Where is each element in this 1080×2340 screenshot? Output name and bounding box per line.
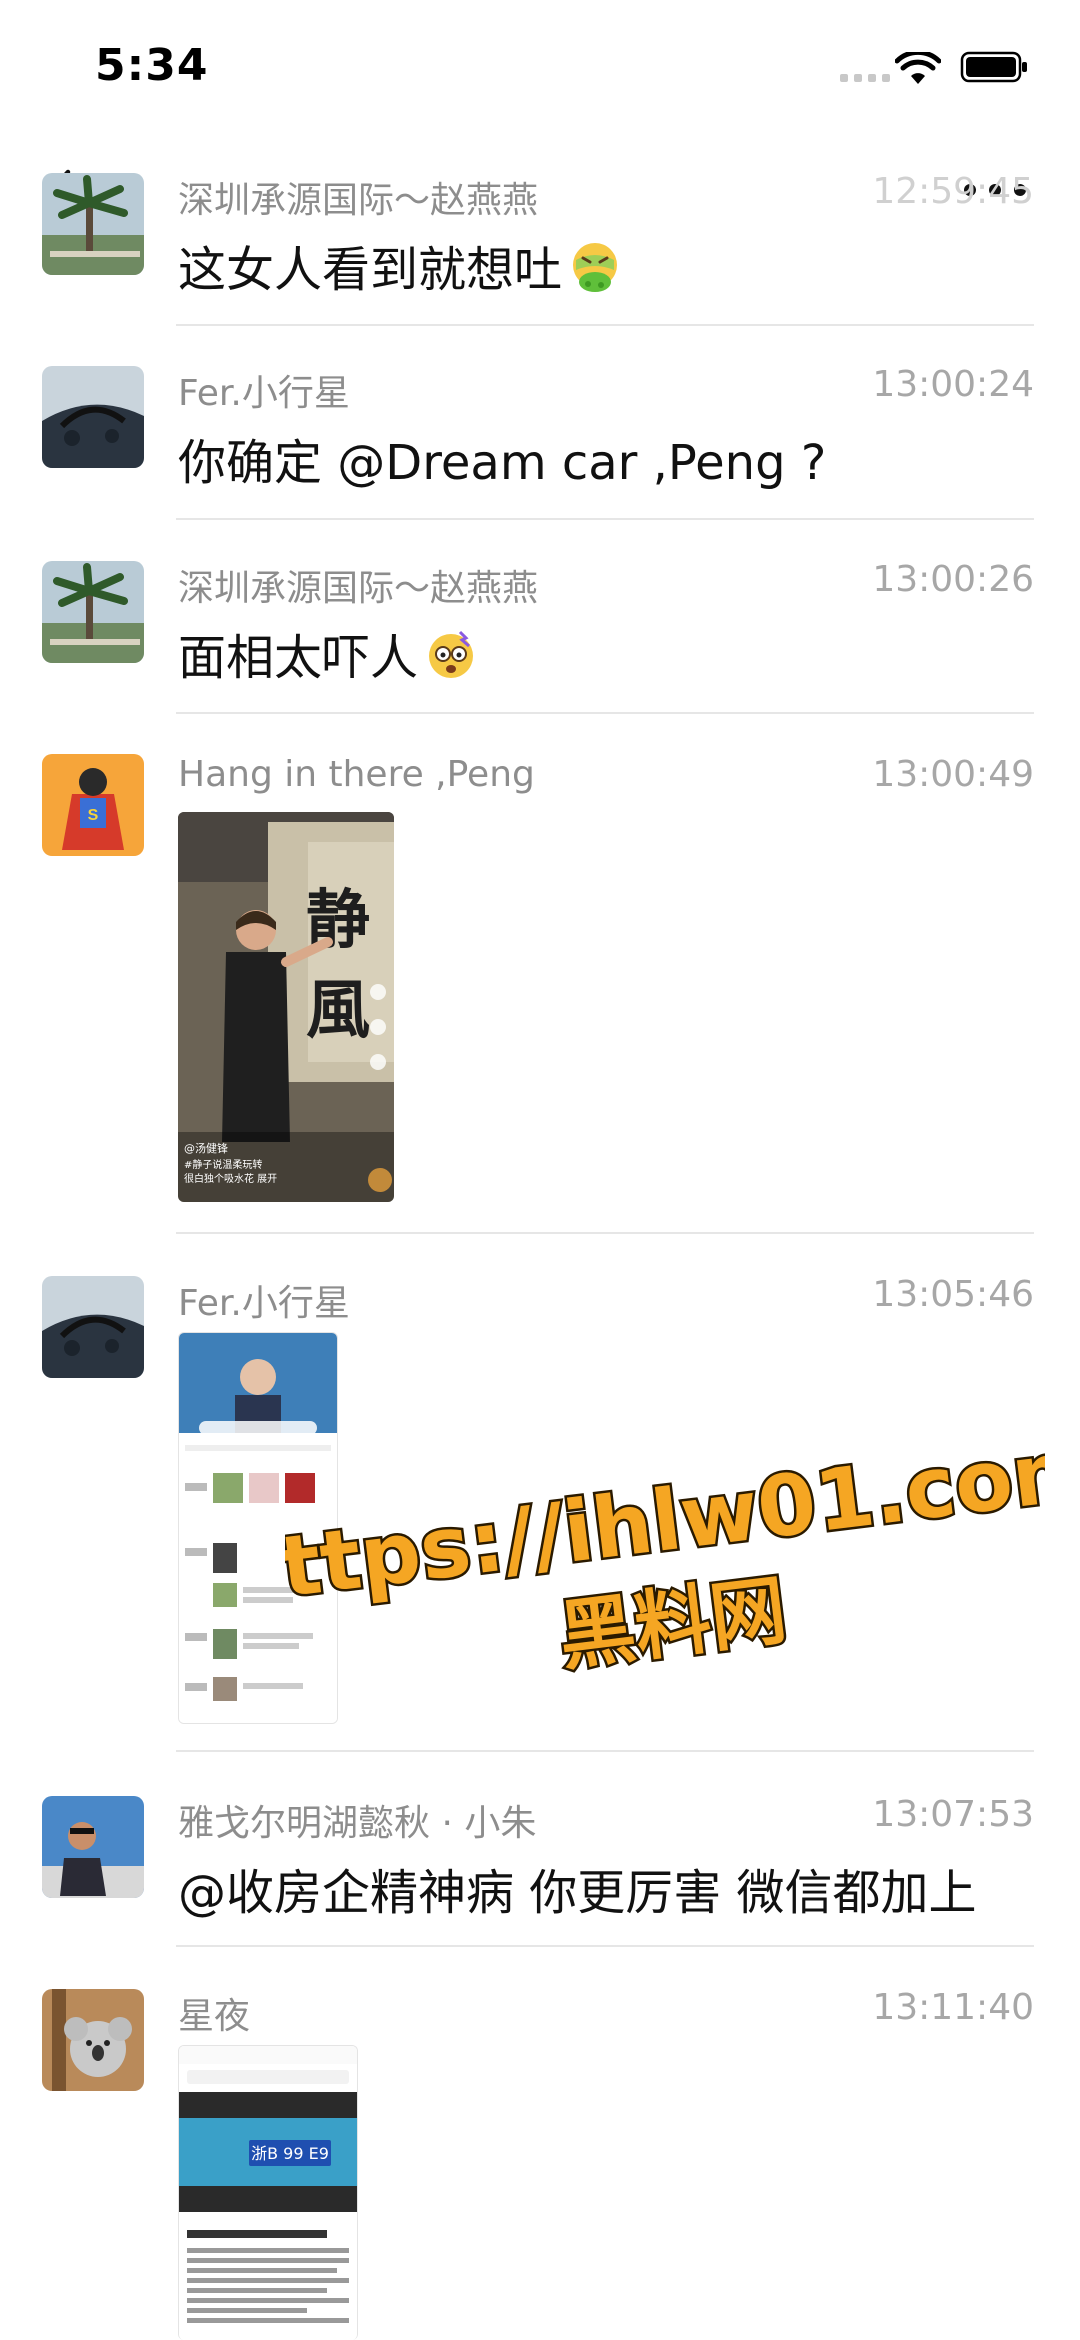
caption-line-3: 很白独个吸水花 展开 xyxy=(184,1172,277,1185)
sender-name: 星夜 xyxy=(178,1996,251,2037)
divider xyxy=(176,1945,1034,1947)
wifi-icon xyxy=(895,52,941,84)
message-time: 13:11:40 xyxy=(872,1987,1034,2028)
avatar-palm-trees[interactable] xyxy=(42,173,144,275)
message-time: 13:07:53 xyxy=(872,1794,1034,1835)
shocked-face-icon xyxy=(429,630,474,678)
message-text[interactable]: @收房企精神病 你更厉害 微信都加上 xyxy=(178,1853,977,1923)
avatar-palm-trees[interactable] xyxy=(42,561,144,663)
message-text[interactable]: 你确定 @Dream car ,Peng ? xyxy=(178,423,826,493)
wall-char-2: 風 xyxy=(306,973,370,1048)
message-time: 12:59:45 xyxy=(872,171,1034,212)
avatar-car-cockpit[interactable] xyxy=(42,1276,144,1378)
avatar-koala[interactable] xyxy=(42,1989,144,2091)
divider xyxy=(176,518,1034,520)
battery-icon xyxy=(960,51,1027,83)
chat-message: Fer.小行星 13:00:24 你确定 @Dream car ,Peng ? xyxy=(0,360,1080,520)
sender-name: 深圳承源国际～赵燕燕 xyxy=(178,568,539,609)
status-time: 5:34 xyxy=(95,40,209,91)
message-text-content: 这女人看到就想吐 xyxy=(178,242,563,298)
status-bar: 5:34 xyxy=(0,0,1080,130)
message-text-content: 面相太吓人 xyxy=(178,630,419,686)
message-time: 13:00:26 xyxy=(872,559,1034,600)
chat-message: Fer.小行星 13:05:46 xyxy=(0,1270,1080,1750)
cellular-signal-icon xyxy=(840,74,890,82)
chat-message: 星夜 13:11:40 浙B 99 E9 xyxy=(0,1985,1080,2340)
sender-name: Fer.小行星 xyxy=(178,373,350,414)
divider xyxy=(176,1232,1034,1234)
avatar-man-outdoors[interactable] xyxy=(42,1796,144,1898)
message-text[interactable]: 这女人看到就想吐 xyxy=(178,230,622,300)
message-time: 13:00:24 xyxy=(872,364,1034,405)
shared-video-thumbnail[interactable]: 静 風 @汤健锋 #静子说温柔玩转 很白独个吸水花 展开 xyxy=(178,812,394,1202)
avatar-cartoon-superhero[interactable]: S xyxy=(42,754,144,856)
sender-name: Fer.小行星 xyxy=(178,1283,350,1324)
chat-message: 深圳承源国际～赵燕燕 13:00:26 面相太吓人 xyxy=(0,555,1080,715)
chat-message: 雅戈尔明湖懿秋 · 小朱 13:07:53 @收房企精神病 你更厉害 微信都加上 xyxy=(0,1790,1080,1950)
divider xyxy=(176,324,1034,326)
svg-text:S: S xyxy=(88,807,99,824)
divider xyxy=(176,1750,1034,1752)
avatar-car-cockpit[interactable] xyxy=(42,366,144,468)
sender-name: 深圳承源国际～赵燕燕 xyxy=(178,180,539,221)
vomiting-face-icon xyxy=(573,243,618,292)
shared-app-screenshot[interactable] xyxy=(178,1332,338,1724)
shared-news-screenshot[interactable]: 浙B 99 E9 xyxy=(178,2045,358,2340)
message-time: 13:00:49 xyxy=(872,754,1034,795)
chat-message: S Hang in there ,Peng 13:00:49 静 風 @汤健锋 … xyxy=(0,750,1080,1230)
message-time: 13:05:46 xyxy=(872,1274,1034,1315)
caption-line-2: #静子说温柔玩转 xyxy=(184,1158,262,1171)
chat-message: 深圳承源国际～赵燕燕 12:59:45 这女人看到就想吐 xyxy=(0,165,1080,325)
divider xyxy=(176,712,1034,714)
license-plate-text: 浙B 99 E9 xyxy=(251,2144,329,2163)
sender-name: 雅戈尔明湖懿秋 · 小朱 xyxy=(178,1803,537,1844)
caption-line-1: @汤健锋 xyxy=(184,1141,228,1155)
sender-name: Hang in there ,Peng xyxy=(178,754,535,795)
message-text[interactable]: 面相太吓人 xyxy=(178,618,478,688)
